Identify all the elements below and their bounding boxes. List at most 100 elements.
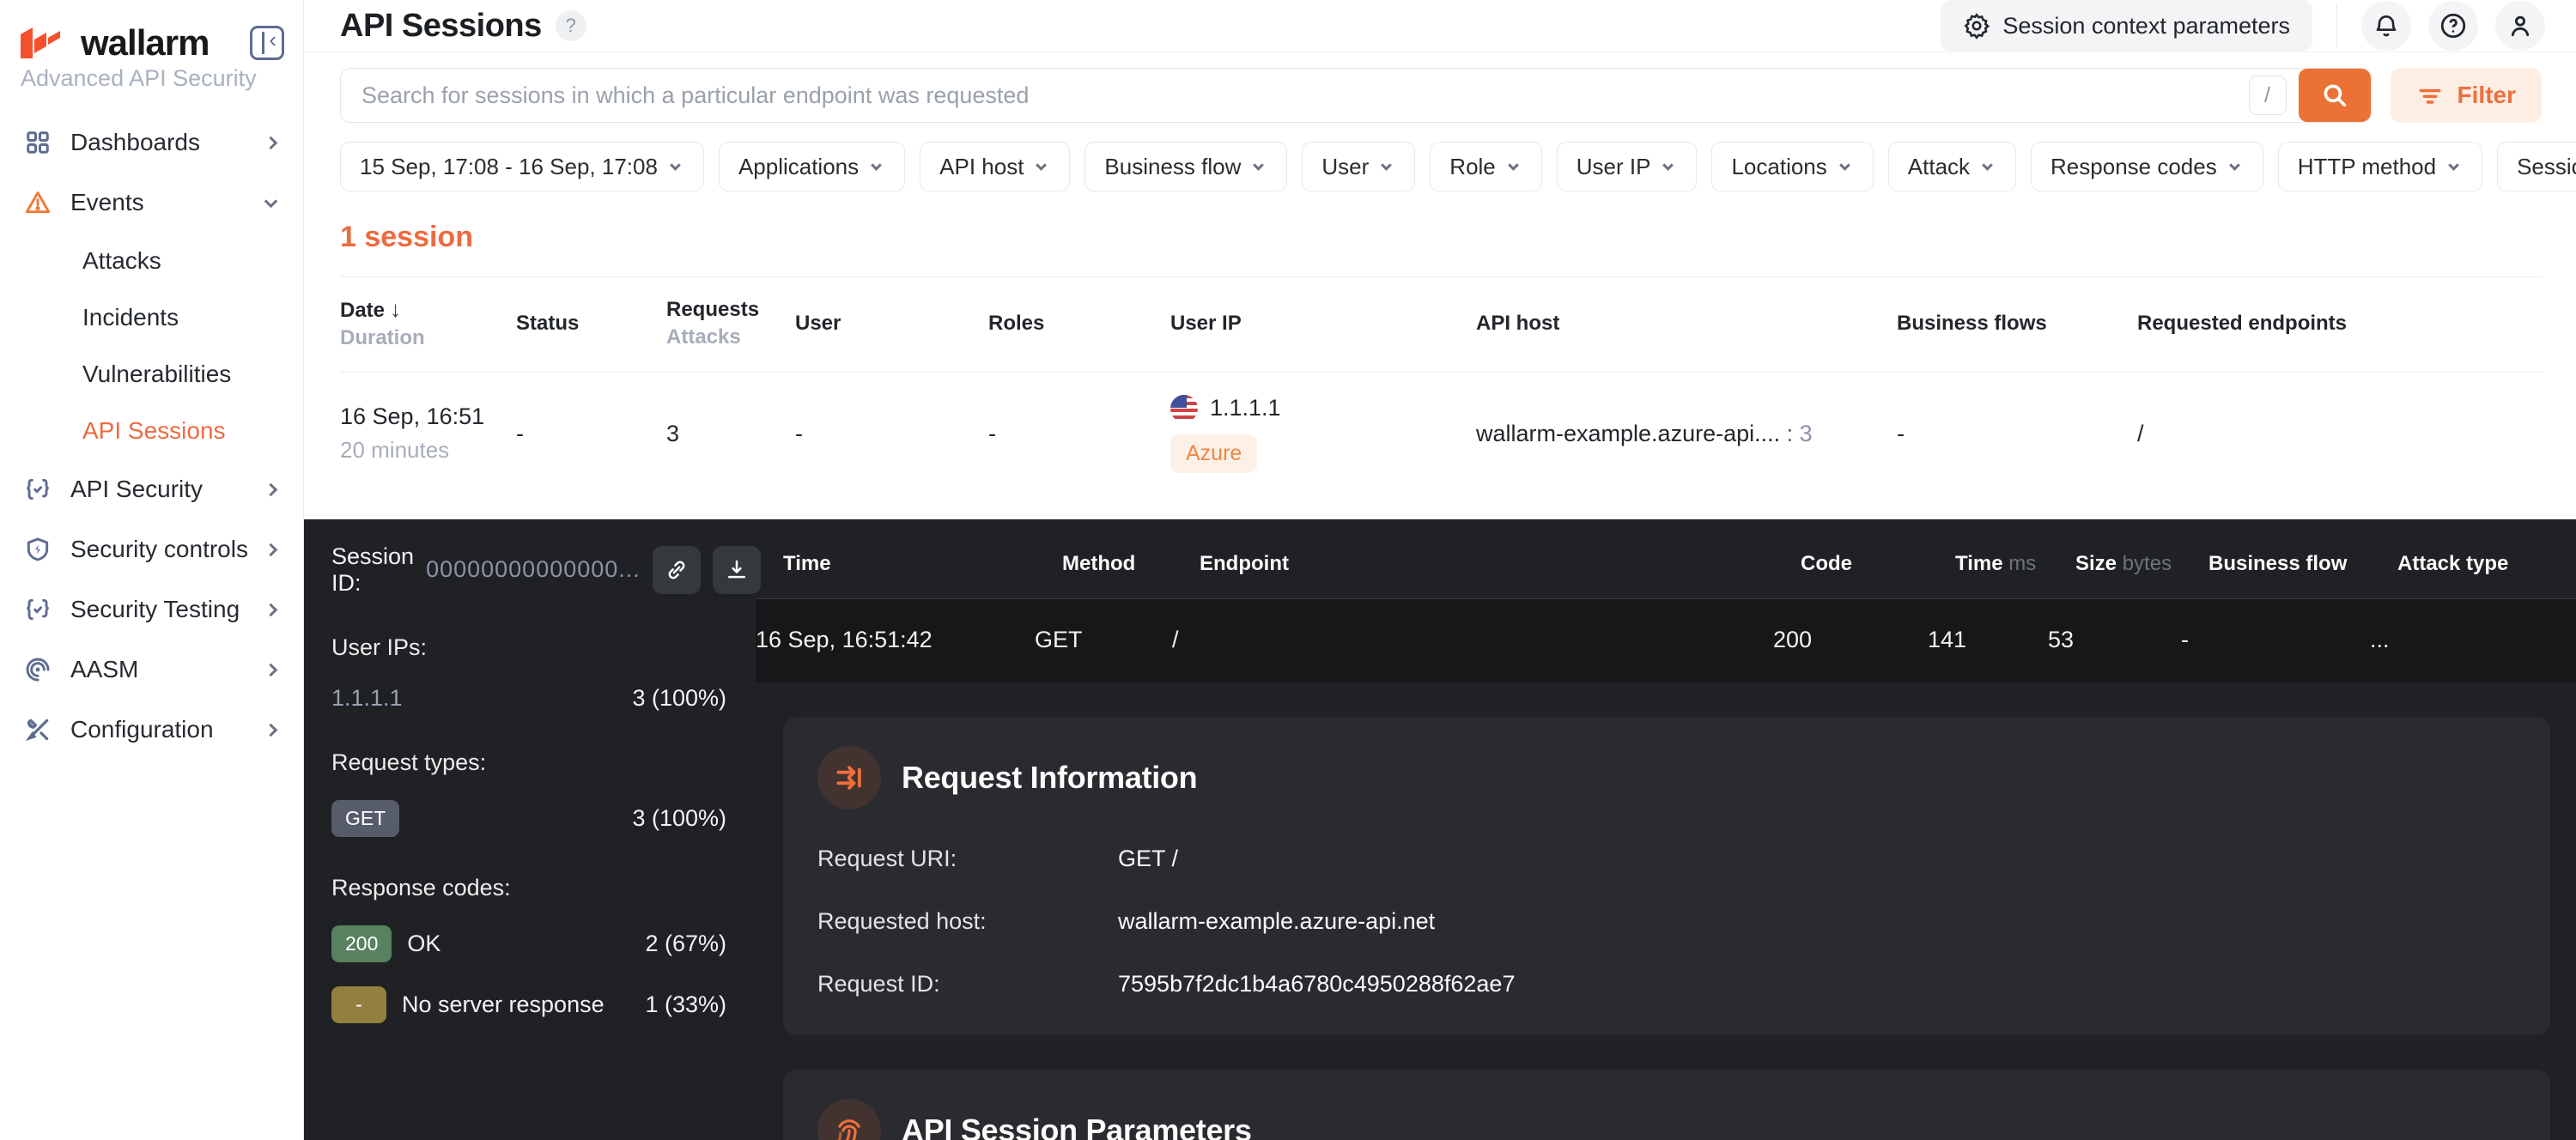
col-user-ip[interactable]: User IP <box>1170 310 1476 337</box>
app-root: wallarm Advanced API Security Dashboards… <box>0 0 2576 1140</box>
sidebar-item-configuration[interactable]: Configuration <box>0 700 303 760</box>
col-attacks-label: Attacks <box>666 325 741 349</box>
chip-http-method[interactable]: HTTP method <box>2278 142 2482 191</box>
sidebar-item-security-controls[interactable]: Security controls <box>0 519 303 579</box>
requested-host-value: wallarm-example.azure-api.net <box>1118 908 1435 935</box>
help-button[interactable] <box>2428 1 2478 51</box>
chip-api-host[interactable]: API host <box>920 142 1070 191</box>
chip-role[interactable]: Role <box>1430 142 1541 191</box>
user-menu-button[interactable] <box>2495 1 2545 51</box>
logo-row: wallarm <box>0 15 303 64</box>
user-ip-share: 3 (100%) <box>632 685 726 712</box>
col-attack-type: Attack type <box>2397 552 2576 576</box>
chevron-right-icon <box>264 603 278 616</box>
chip-attack[interactable]: Attack <box>1888 142 2016 191</box>
user-icon <box>2506 12 2534 39</box>
session-row[interactable]: 16 Sep, 16:51 20 minutes - 3 - - 1.1.1.1… <box>340 373 2542 499</box>
sidebar-item-incidents[interactable]: Incidents <box>0 289 303 346</box>
cell-user: - <box>795 421 988 447</box>
chip-label: Session ID <box>2517 154 2576 180</box>
chip-label: Locations <box>1731 154 1826 180</box>
wallarm-logo[interactable]: wallarm <box>21 22 209 64</box>
chevron-down-icon <box>1381 160 1392 171</box>
azure-tag[interactable]: Azure <box>1170 434 1257 473</box>
search-button[interactable] <box>2299 69 2371 122</box>
col-user[interactable]: User <box>795 310 988 337</box>
tools-icon <box>22 714 53 745</box>
chip-user-ip[interactable]: User IP <box>1557 142 1698 191</box>
chevron-down-icon <box>1036 160 1048 171</box>
chevron-down-icon <box>1839 160 1850 171</box>
req-attack-type: ... <box>2370 627 2576 653</box>
chip-applications[interactable]: Applications <box>719 142 905 191</box>
session-user-ip: 1.1.1.1 <box>1210 395 1281 421</box>
topbar-actions: Session context parameters <box>1941 0 2545 52</box>
chip-business-flow[interactable]: Business flow <box>1084 142 1287 191</box>
sidebar-item-vulnerabilities[interactable]: Vulnerabilities <box>0 346 303 403</box>
col-roles[interactable]: Roles <box>988 310 1170 337</box>
requested-host-label: Requested host: <box>817 908 1118 935</box>
sidebar-item-api-sessions[interactable]: API Sessions <box>0 403 303 459</box>
sidebar-item-security-testing[interactable]: Security Testing <box>0 579 303 640</box>
brand-subtitle: Advanced API Security <box>0 64 303 107</box>
chip-label: HTTP method <box>2298 154 2436 180</box>
title-help-icon[interactable]: ? <box>556 10 586 41</box>
code-200-text: OK <box>407 931 440 957</box>
fingerprint-icon <box>817 1099 881 1140</box>
chip-session-id[interactable]: Session ID <box>2497 142 2576 191</box>
sort-desc-icon: ↓ <box>390 296 401 322</box>
sidebar-item-label: Vulnerabilities <box>82 361 281 388</box>
sidebar-item-dashboards[interactable]: Dashboards <box>0 112 303 173</box>
download-button[interactable] <box>713 546 761 594</box>
chip-response-codes[interactable]: Response codes <box>2031 142 2263 191</box>
chevron-right-icon <box>264 136 278 149</box>
request-row[interactable]: 16 Sep, 16:51:42 GET / 200 141 53 - ... <box>756 599 2576 682</box>
col-requests-label: Requests <box>666 298 759 321</box>
collapse-sidebar-icon[interactable] <box>250 26 284 60</box>
req-time-ms: 141 <box>1928 627 2048 653</box>
session-context-parameters-button[interactable]: Session context parameters <box>1941 0 2312 52</box>
sidebar-item-aasm[interactable]: AASM <box>0 640 303 700</box>
cell-status: - <box>516 421 666 447</box>
col-business-flows-label: Business flows <box>1897 312 2047 335</box>
request-information-title: Request Information <box>902 760 1197 796</box>
col-date-duration[interactable]: Date↓ Duration <box>340 294 516 353</box>
sidebar-item-events[interactable]: Events <box>0 173 303 233</box>
session-api-host-count: 3 <box>1800 421 1813 446</box>
user-ip-row: 1.1.1.1 3 (100%) <box>331 685 726 712</box>
session-id-value: 00000000000000... <box>426 556 641 583</box>
col-requested-endpoints[interactable]: Requested endpoints <box>2137 310 2542 337</box>
sidebar-item-attacks[interactable]: Attacks <box>0 233 303 289</box>
col-status[interactable]: Status <box>516 310 666 337</box>
filter-button[interactable]: Filter <box>2391 68 2542 123</box>
col-time-ms-label: Time <box>1955 552 2003 575</box>
chip-user[interactable]: User <box>1302 142 1415 191</box>
sidebar-item-label: API Security <box>70 476 249 503</box>
col-api-host[interactable]: API host <box>1476 310 1897 337</box>
chip-locations[interactable]: Locations <box>1711 142 1873 191</box>
chip-label: Applications <box>738 154 859 180</box>
request-types-label: Request types: <box>331 749 726 776</box>
search-input[interactable] <box>341 69 2249 122</box>
col-requested-endpoints-label: Requested endpoints <box>2137 312 2347 335</box>
req-time: 16 Sep, 16:51:42 <box>756 627 1035 653</box>
code-none-text: No server response <box>402 991 605 1018</box>
req-business-flow: - <box>2181 627 2370 653</box>
chip-label: User IP <box>1577 154 1651 180</box>
copy-link-button[interactable] <box>653 546 701 594</box>
link-icon <box>664 557 690 583</box>
user-ip: 1.1.1.1 <box>331 685 403 712</box>
chevron-down-icon <box>2229 160 2240 171</box>
sidebar-item-api-security[interactable]: API Security <box>0 459 303 519</box>
col-requests-attacks[interactable]: Requests Attacks <box>666 296 795 352</box>
request-uri-value: GET / <box>1118 846 1178 872</box>
chevron-right-icon <box>264 482 278 496</box>
col-business-flows[interactable]: Business flows <box>1897 310 2137 337</box>
notifications-button[interactable] <box>2361 1 2411 51</box>
api-session-parameters-title: API Session Parameters <box>902 1113 1252 1140</box>
sidebar-nav: Dashboards Events Attacks Incidents Vuln… <box>0 112 303 760</box>
chevron-down-icon <box>871 160 882 171</box>
chip-date-range[interactable]: 15 Sep, 17:08 - 16 Sep, 17:08 <box>340 142 704 191</box>
response-codes-label: Response codes: <box>331 875 726 901</box>
chevron-down-icon <box>2448 160 2459 171</box>
